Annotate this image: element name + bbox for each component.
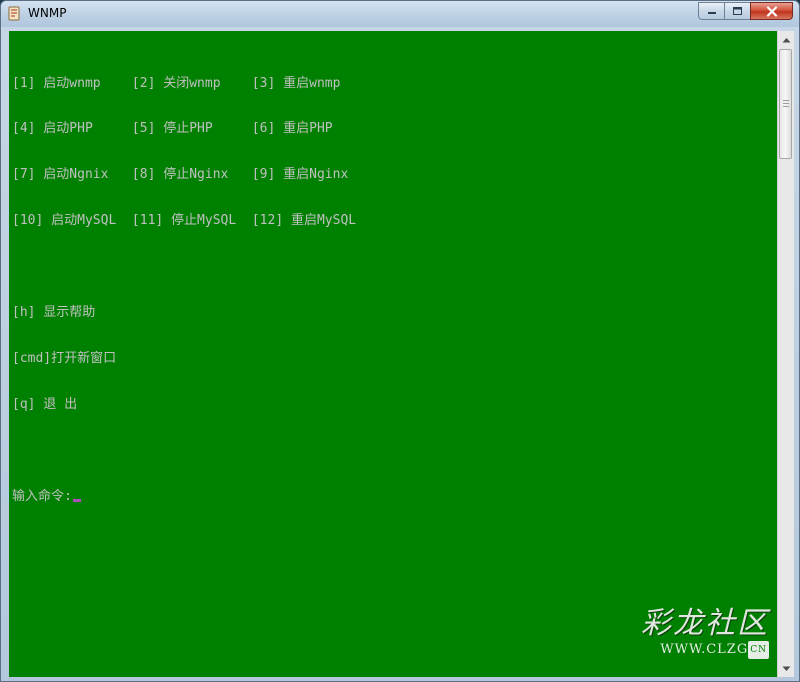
grip-line — [783, 100, 789, 101]
maximize-button[interactable] — [724, 2, 750, 20]
console-line: [10] 启动MySQL [11] 停止MySQL [12] 重启MySQL — [12, 213, 357, 229]
vertical-scrollbar[interactable] — [777, 31, 794, 677]
command-prompt-line[interactable]: 输入命令: — [12, 489, 356, 504]
command-prompt: 输入命令: — [12, 488, 72, 504]
close-icon — [766, 5, 777, 17]
text-cursor — [72, 498, 81, 502]
console-line: [q] 退 出 — [12, 396, 78, 412]
minimize-button[interactable] — [698, 2, 724, 20]
console-line: [7] 启动Ngnix [8] 停止Nginx [9] 重启Nginx — [12, 167, 349, 183]
arrow-up-icon — [782, 37, 790, 42]
watermark-url: WWW.CLZG — [660, 642, 749, 657]
maximize-icon — [733, 7, 742, 15]
window-controls — [698, 2, 793, 21]
console-line: [4] 启动PHP [5] 停止PHP [6] 重启PHP — [12, 121, 333, 137]
watermark-logo: 彩龙社区 WWW.CLZG CN — [599, 607, 769, 669]
wnmp-app-icon — [8, 6, 20, 21]
scroll-down-button[interactable] — [778, 660, 794, 677]
watermark-title: 彩龙社区 — [641, 606, 769, 641]
close-button[interactable] — [750, 2, 793, 20]
arrow-down-icon — [782, 666, 790, 671]
watermark-url-row: WWW.CLZG CN — [599, 641, 769, 659]
console-lines: [1] 启动wnmp [2] 关闭wnmp [3] 重启wnmp [4] 启动P… — [12, 45, 356, 535]
title-bar[interactable]: WNMP — [1, 1, 799, 27]
minimize-icon — [707, 12, 716, 14]
watermark-cn-badge: CN — [748, 641, 769, 659]
console-line: [h] 显示帮助 — [12, 305, 96, 321]
console-line: [cmd]打开新窗口 — [12, 350, 117, 366]
console-window: WNMP [1] 启动wnmp [2] 关闭wnmp [3] 重启wnmp [4… — [0, 0, 800, 682]
console-output[interactable]: [1] 启动wnmp [2] 关闭wnmp [3] 重启wnmp [4] 启动P… — [9, 31, 777, 677]
console-line: [1] 启动wnmp [2] 关闭wnmp [3] 重启wnmp — [12, 75, 341, 91]
window-title: WNMP — [28, 6, 67, 20]
grip-line — [783, 103, 789, 104]
grip-line — [783, 106, 789, 107]
scrollbar-thumb[interactable] — [779, 49, 792, 159]
scroll-up-button[interactable] — [778, 31, 794, 48]
